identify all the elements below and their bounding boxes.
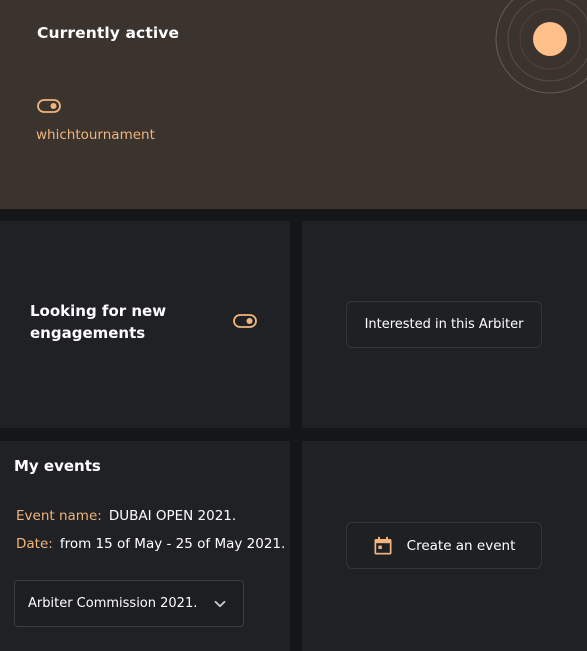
events-panel: My events Event name: DUBAI OPEN 2021. Da… — [0, 441, 290, 651]
interest-panel: Interested in this Arbiter — [302, 221, 587, 428]
event-name-row: Event name: DUBAI OPEN 2021. — [16, 508, 236, 524]
engagement-toggle-icon[interactable] — [233, 313, 257, 332]
status-banner: Currently active whichtournament — [0, 0, 587, 209]
calendar-icon — [373, 536, 393, 556]
commission-select-value: Arbiter Commission 2021. — [28, 596, 198, 611]
status-title: Currently active — [37, 24, 180, 42]
event-date-value: from 15 of May - 25 of May 2021. — [59, 536, 286, 552]
engagement-panel: Looking for new engagements — [0, 221, 290, 428]
decorative-circles-icon — [495, 0, 587, 94]
event-name-value: DUBAI OPEN 2021. — [108, 508, 237, 524]
events-title: My events — [14, 457, 101, 475]
event-name-label: Event name: — [16, 508, 102, 524]
event-date-row: Date: from 15 of May - 25 of May 2021. — [16, 536, 285, 552]
interested-button[interactable]: Interested in this Arbiter — [346, 301, 542, 348]
create-event-button[interactable]: Create an event — [346, 522, 542, 569]
commission-select[interactable]: Arbiter Commission 2021. — [14, 580, 244, 627]
create-event-label: Create an event — [406, 537, 516, 554]
chevron-down-icon — [213, 597, 227, 611]
create-event-panel: Create an event — [302, 441, 587, 651]
tournament-link[interactable]: whichtournament — [36, 127, 155, 143]
engagement-label: Looking for new engagements — [30, 302, 167, 342]
status-toggle-icon[interactable] — [37, 98, 61, 117]
event-date-label: Date: — [16, 536, 53, 552]
